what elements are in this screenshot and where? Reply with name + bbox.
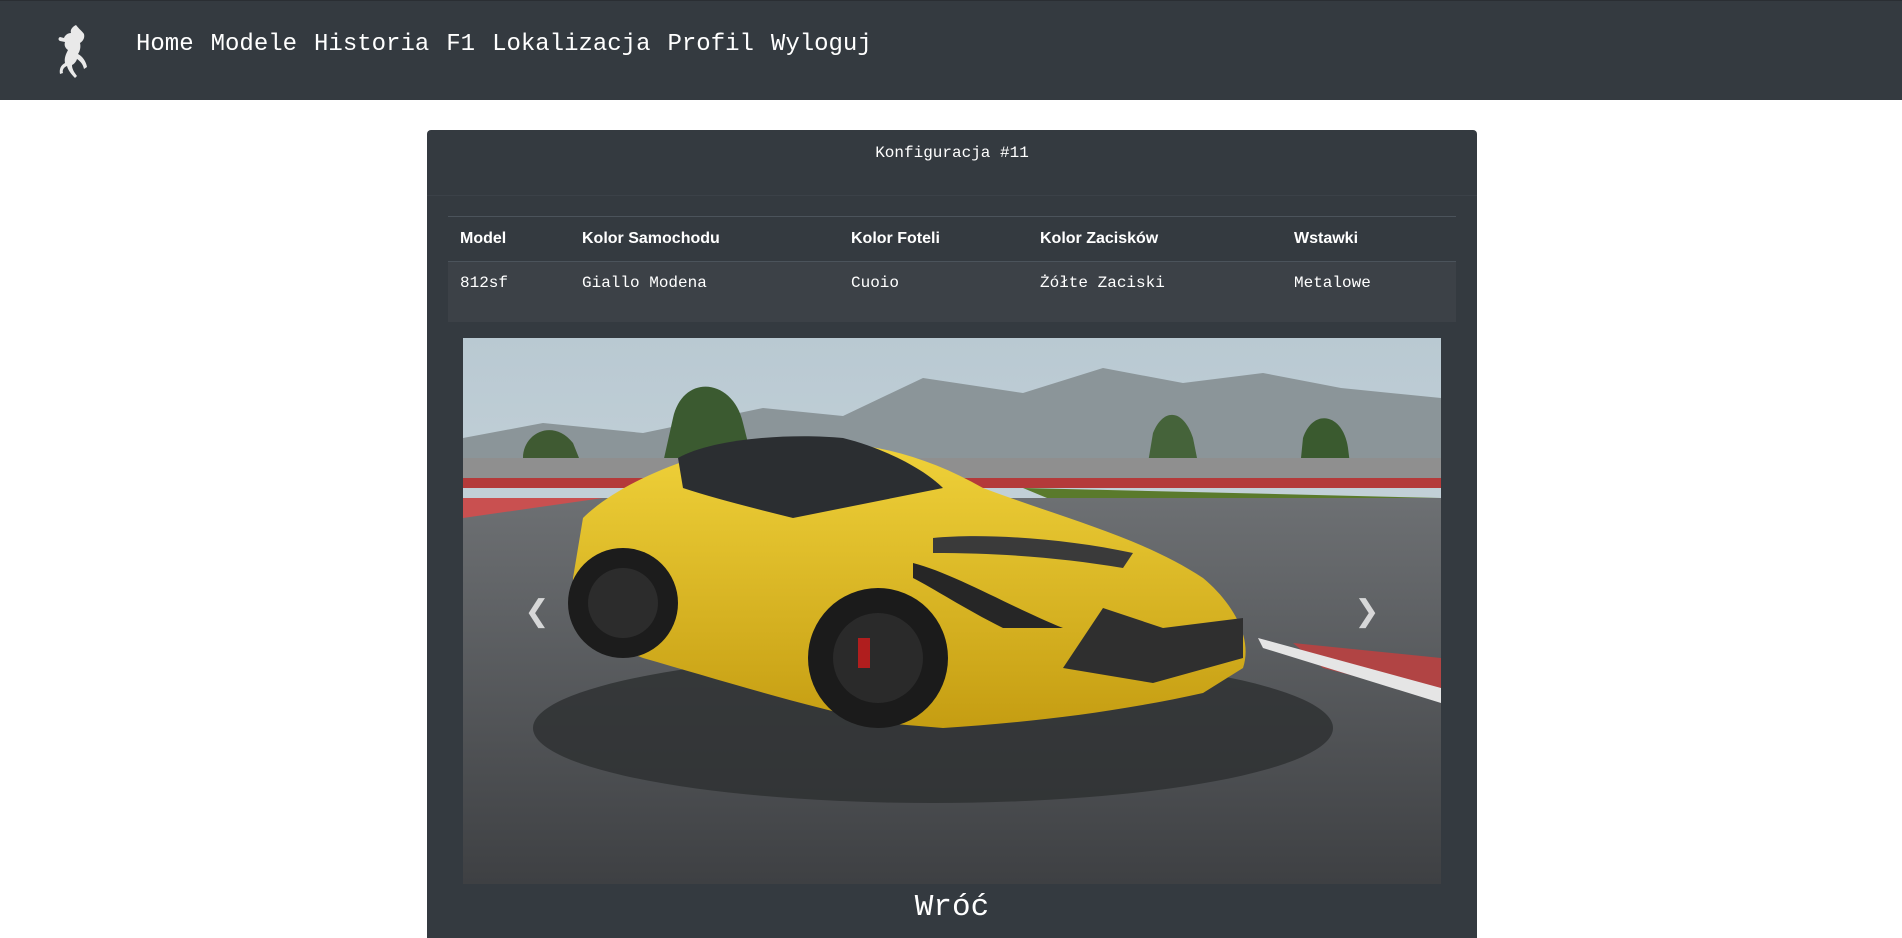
column-header-model: Model: [448, 216, 570, 262]
chevron-left-icon: ❮: [524, 593, 550, 629]
chevron-right-icon: ❯: [1354, 593, 1380, 629]
cell-inserts: Metalowe: [1282, 261, 1456, 322]
nav-profil[interactable]: Profil: [668, 31, 754, 58]
cell-model: 812sf: [448, 261, 570, 322]
brand-logo[interactable]: [46, 21, 98, 81]
nav-f1[interactable]: F1: [446, 31, 475, 58]
nav-historia[interactable]: Historia: [314, 31, 429, 58]
column-header-seat-color: Kolor Foteli: [839, 216, 1028, 262]
table-row: 812sf Giallo Modena Cuoio Żółte Zaciski …: [448, 261, 1456, 322]
configuration-card: Konfiguracja #11 Model Kolor Samochodu K…: [427, 130, 1477, 938]
configuration-table: Model Kolor Samochodu Kolor Foteli Kolor…: [448, 216, 1456, 322]
car-image-carousel: ❮ ❯: [463, 338, 1441, 884]
prancing-horse-icon: [58, 25, 87, 78]
table-header-row: Model Kolor Samochodu Kolor Foteli Kolor…: [448, 216, 1456, 262]
card-title: Konfiguracja #11: [427, 130, 1477, 196]
carousel-next-button[interactable]: ❯: [1307, 338, 1427, 884]
navbar: Home Modele Historia F1 Lokalizacja Prof…: [0, 0, 1902, 100]
nav-wyloguj[interactable]: Wyloguj: [771, 31, 872, 58]
cell-seat-color: Cuoio: [839, 261, 1028, 322]
nav-links: Home Modele Historia F1 Lokalizacja Prof…: [136, 31, 872, 58]
nav-lokalizacja[interactable]: Lokalizacja: [492, 31, 650, 58]
column-header-inserts: Wstawki: [1282, 216, 1456, 262]
nav-modele[interactable]: Modele: [211, 31, 297, 58]
column-header-caliper-color: Kolor Zacisków: [1028, 216, 1282, 262]
back-link[interactable]: Wróć: [427, 890, 1477, 925]
cell-caliper-color: Żółte Zaciski: [1028, 261, 1282, 322]
carousel-prev-button[interactable]: ❮: [477, 338, 597, 884]
nav-home[interactable]: Home: [136, 31, 194, 58]
cell-car-color: Giallo Modena: [570, 261, 839, 322]
car-image: [463, 338, 1441, 884]
column-header-car-color: Kolor Samochodu: [570, 216, 839, 262]
